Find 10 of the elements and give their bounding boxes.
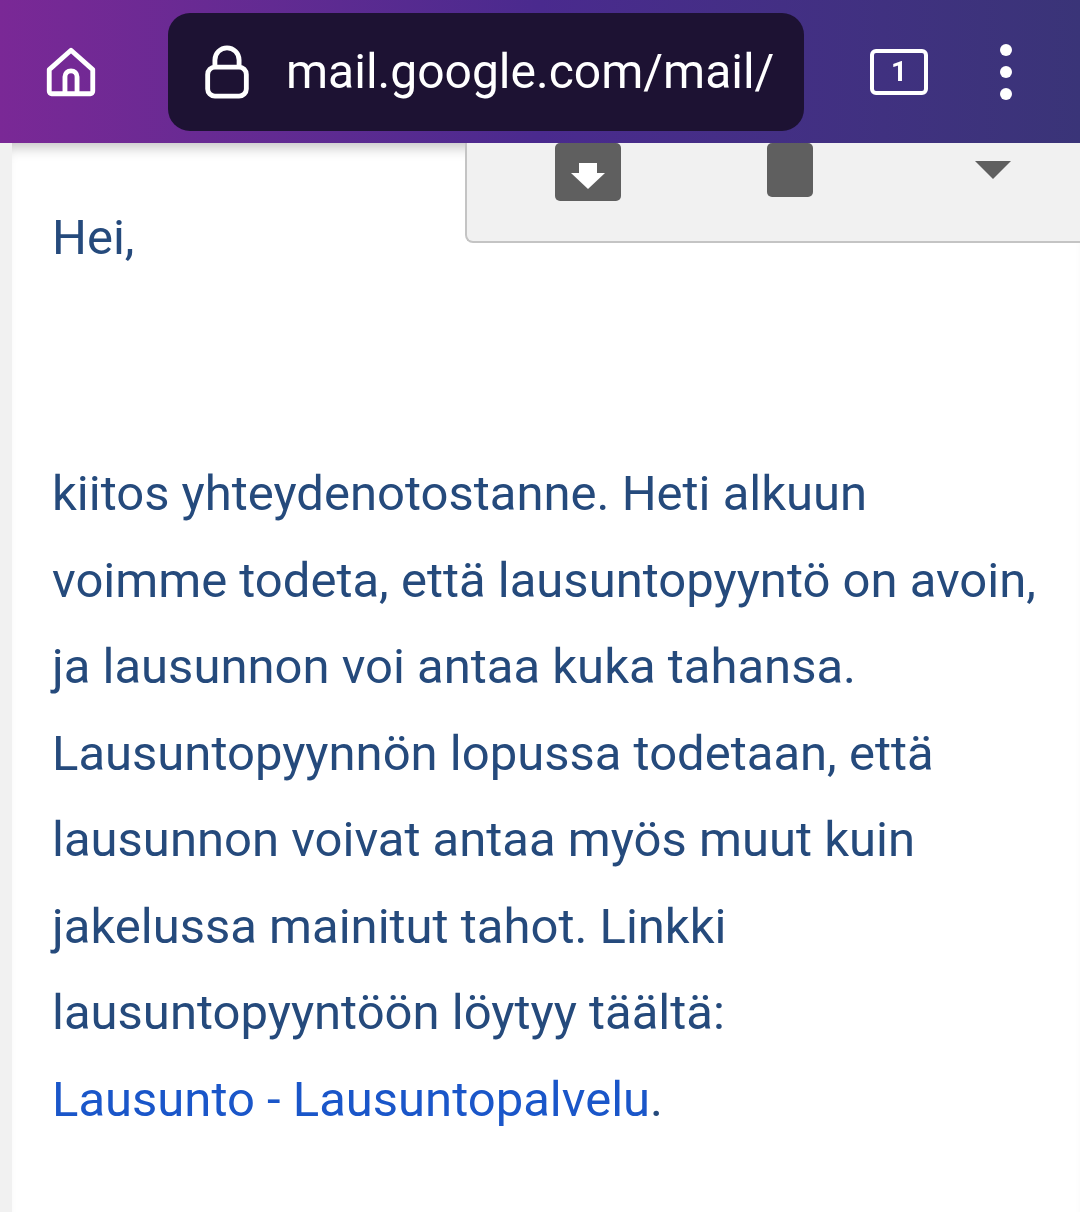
- message-link[interactable]: Lausunto - Lausuntopalvelu: [52, 1070, 651, 1128]
- url-text: mail.google.com/mail/: [286, 41, 775, 102]
- lock-icon: [202, 42, 252, 101]
- download-icon[interactable]: [555, 143, 621, 201]
- message-paragraph: kiitos yhteydenotostanne. Heti alkuun voimme todeta, että lausuntopyyntö on avoin, ja lausunnon voi antaa kuka tahansa. Lausuntopyynnön lopussa todetaan, että lausunnon voivat antaa myös muut kuin jakelussa mainitut tahot. Linkki lausuntopyyntöön löytyy täältä: Lausunto - Lausuntopalvelu.: [52, 464, 1037, 1130]
- address-bar[interactable]: mail.google.com/mail/: [168, 12, 804, 131]
- menu-icon: [999, 42, 1013, 101]
- dropdown-caret-icon[interactable]: [975, 161, 1011, 179]
- greeting-text: Hei,: [52, 208, 136, 268]
- tab-count-button[interactable]: 1: [870, 48, 928, 95]
